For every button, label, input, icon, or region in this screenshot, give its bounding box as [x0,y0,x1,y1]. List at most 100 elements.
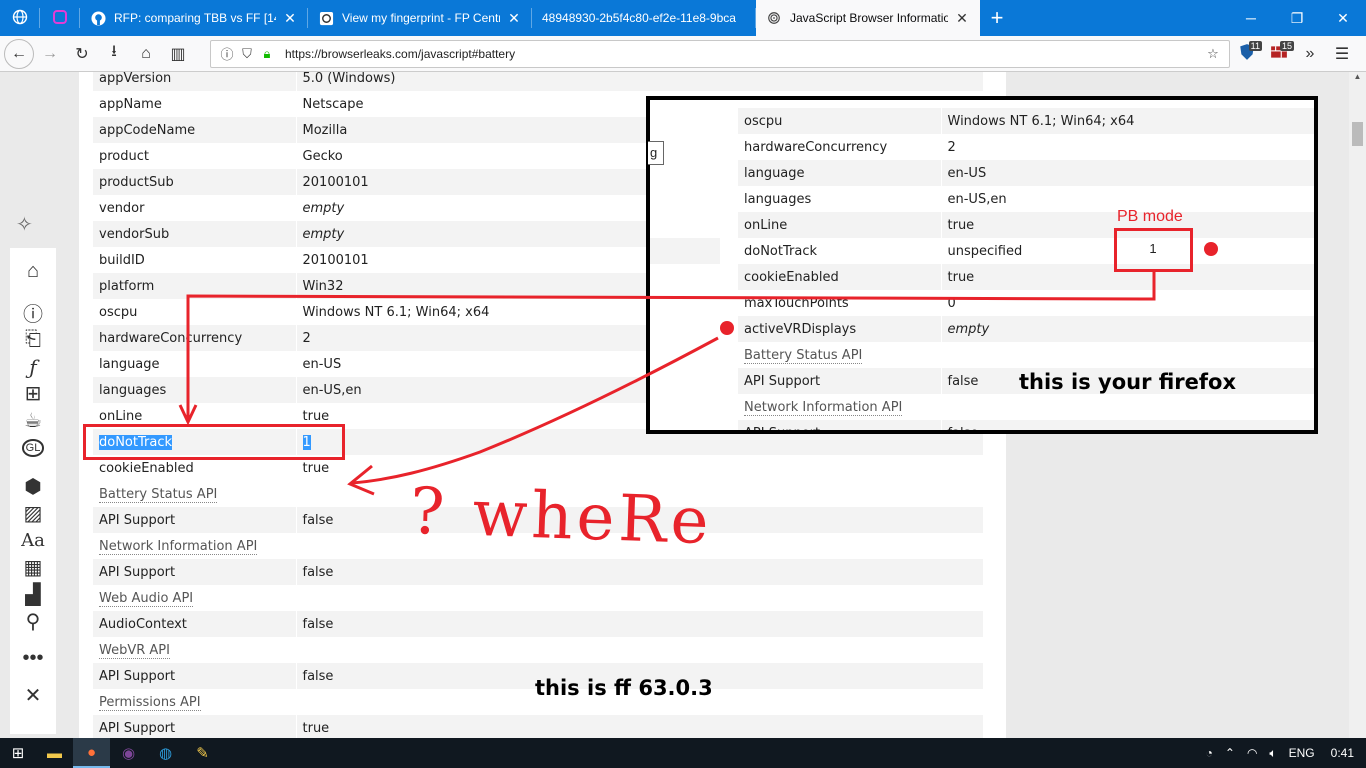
home-button[interactable]: ⌂ [130,38,162,70]
tools-icon[interactable]: ✕ [10,682,56,709]
property-value: Netscape [302,96,364,112]
section-header-row: Battery Status API [738,342,1314,368]
property-name-cell: language [93,351,297,377]
scroll-up-arrow[interactable]: ▲ [1349,72,1366,86]
menu-button[interactable]: ☰ [1326,38,1358,70]
new-tab-button[interactable]: + [980,0,1014,36]
scroll-thumb[interactable] [1352,122,1363,146]
section-title-cell: WebVR API [93,637,983,663]
reload-button[interactable]: ↻ [66,38,98,70]
sidebar-button[interactable]: ▥ [162,38,194,70]
section-title: Network Information API [744,399,903,416]
property-name-cell: product [93,143,297,169]
red-dot-marker [720,321,734,335]
url-text[interactable]: https://browserleaks.com/javascript#batt… [285,47,1203,61]
tab-pinned-tor[interactable] [40,0,80,36]
tab-browserleaks-js[interactable]: JavaScript Browser Information ✕ [756,0,980,36]
location-icon[interactable]: ⚲ [10,608,56,635]
pin-icon[interactable]: ✧ [16,212,33,237]
property-name-cell: hardwareConcurrency [738,134,942,160]
property-name-cell: activeVRDisplays [738,316,942,342]
info-icon[interactable]: ⓘ [217,44,237,63]
table-row: AudioContext false [93,611,983,637]
tab-github-rfp[interactable]: RFP: comparing TBB vs FF [1403 ✕ [80,0,308,36]
downloads-button[interactable]: ⭳ [98,38,130,70]
language-indicator[interactable]: ENG [1289,746,1315,760]
volume-icon[interactable]: 🔈︎ [1269,746,1276,761]
more-icon[interactable]: ••• [10,645,56,672]
shield-icon[interactable]: ⛉ [237,46,257,62]
image-icon[interactable]: ▨ [10,500,56,527]
lock-icon[interactable]: 🔒︎ [257,46,277,62]
scrollbar[interactable]: ▲ [1349,72,1366,738]
ublock-extension-button[interactable]: 11 [1232,39,1262,69]
tab-pinned-globe[interactable] [0,0,40,36]
taskbar-app-paint[interactable]: ✎ [184,738,221,768]
close-icon[interactable]: ✕ [506,10,522,27]
property-name-cell: doNotTrack [738,238,942,264]
tab-image[interactable]: 48948930-2b5f4c80-ef2e-11e8-9bca [532,0,756,36]
back-button[interactable]: ← [4,38,34,69]
close-icon[interactable]: ✕ [282,10,298,27]
taskbar-tor[interactable]: ◉ [110,738,147,768]
property-name-cell: hardwareConcurrency [93,325,297,351]
overflow-button[interactable]: » [1294,38,1326,70]
table-row: activeVRDisplays empty [738,316,1314,342]
section-title-cell: Network Information API [738,394,1314,420]
property-name-cell: API Support [93,663,297,689]
property-value: 0 [947,295,956,311]
firefox-icon: ● [86,743,97,761]
windows-icon[interactable]: ⊞ [10,380,56,407]
property-value: 20100101 [302,174,369,190]
url-bar[interactable]: ⓘ ⛉ 🔒︎ https://browserleaks.com/javascri… [210,39,1230,68]
clock[interactable]: 0:41 [1331,746,1354,760]
home-icon[interactable]: ⌂ [10,258,56,285]
tab-fp-central[interactable]: View my fingerprint - FP Central ✕ [308,0,532,36]
stairs-icon[interactable]: ▟ [10,581,56,608]
property-name: product [99,148,150,164]
property-name-cell: languages [93,377,297,403]
table-row: API Support false [738,420,1314,430]
taskbar-firefox[interactable]: ● [73,738,110,768]
firewall-icon[interactable]: ▦ [10,554,56,581]
taskbar-explorer[interactable]: ▬ [36,738,73,768]
property-name-cell: languages [738,186,942,212]
java-icon[interactable]: ☕ [10,407,56,434]
sidebar-icon: ▥ [170,45,186,63]
close-icon[interactable]: ✕ [954,10,970,27]
noscript-extension-button[interactable]: 15 [1264,39,1294,69]
property-name: API Support [99,512,176,528]
system-tray: ◔ ⌃ ◠ 🔈︎ ENG 0:41 [1200,746,1366,761]
maximize-button[interactable]: ❐ [1274,0,1320,36]
restore-icon: ❐ [1290,9,1304,26]
taskbar-app-blue[interactable]: ◍ [147,738,184,768]
handwritten-where-note: ? wheRe [408,474,714,560]
property-name: appVersion [99,72,172,86]
flash-icon[interactable]: ƒ [10,353,56,380]
webgl-icon[interactable]: GL [10,434,56,461]
reload-icon: ↻ [75,45,89,63]
canvas-icon[interactable]: ⬢ [10,473,56,500]
fonts-icon[interactable]: Aa [10,527,56,554]
forward-button[interactable]: → [34,38,66,70]
star-icon[interactable]: ☆ [1203,46,1223,62]
info-icon[interactable]: ⓘ [10,299,56,326]
app-icon: ◍ [158,745,173,762]
arrow-left-icon: ← [11,44,27,62]
javascript-icon[interactable]: ⎗ [10,326,56,353]
windows-logo-icon: ⊞ [11,745,25,762]
paint-icon: ✎ [196,745,209,762]
wifi-icon[interactable]: ◠ [1247,746,1257,760]
tray-chevron-icon[interactable]: ⌃ [1225,746,1235,760]
close-window-button[interactable]: ✕ [1320,0,1366,36]
tab-strip: RFP: comparing TBB vs FF [1403 ✕ View my… [0,0,1366,36]
tray-app-icon[interactable]: ◔ [1206,746,1213,760]
start-button[interactable]: ⊞ [0,738,36,768]
table-row: languages en-US,en [738,186,1314,212]
section-header-row: Network Information API [738,394,1314,420]
property-value-cell: false [295,611,983,637]
property-name-cell: onLine [738,212,942,238]
property-name: languages [744,191,812,207]
minimize-button[interactable]: ─ [1228,0,1274,36]
property-name-cell: vendorSub [93,221,297,247]
